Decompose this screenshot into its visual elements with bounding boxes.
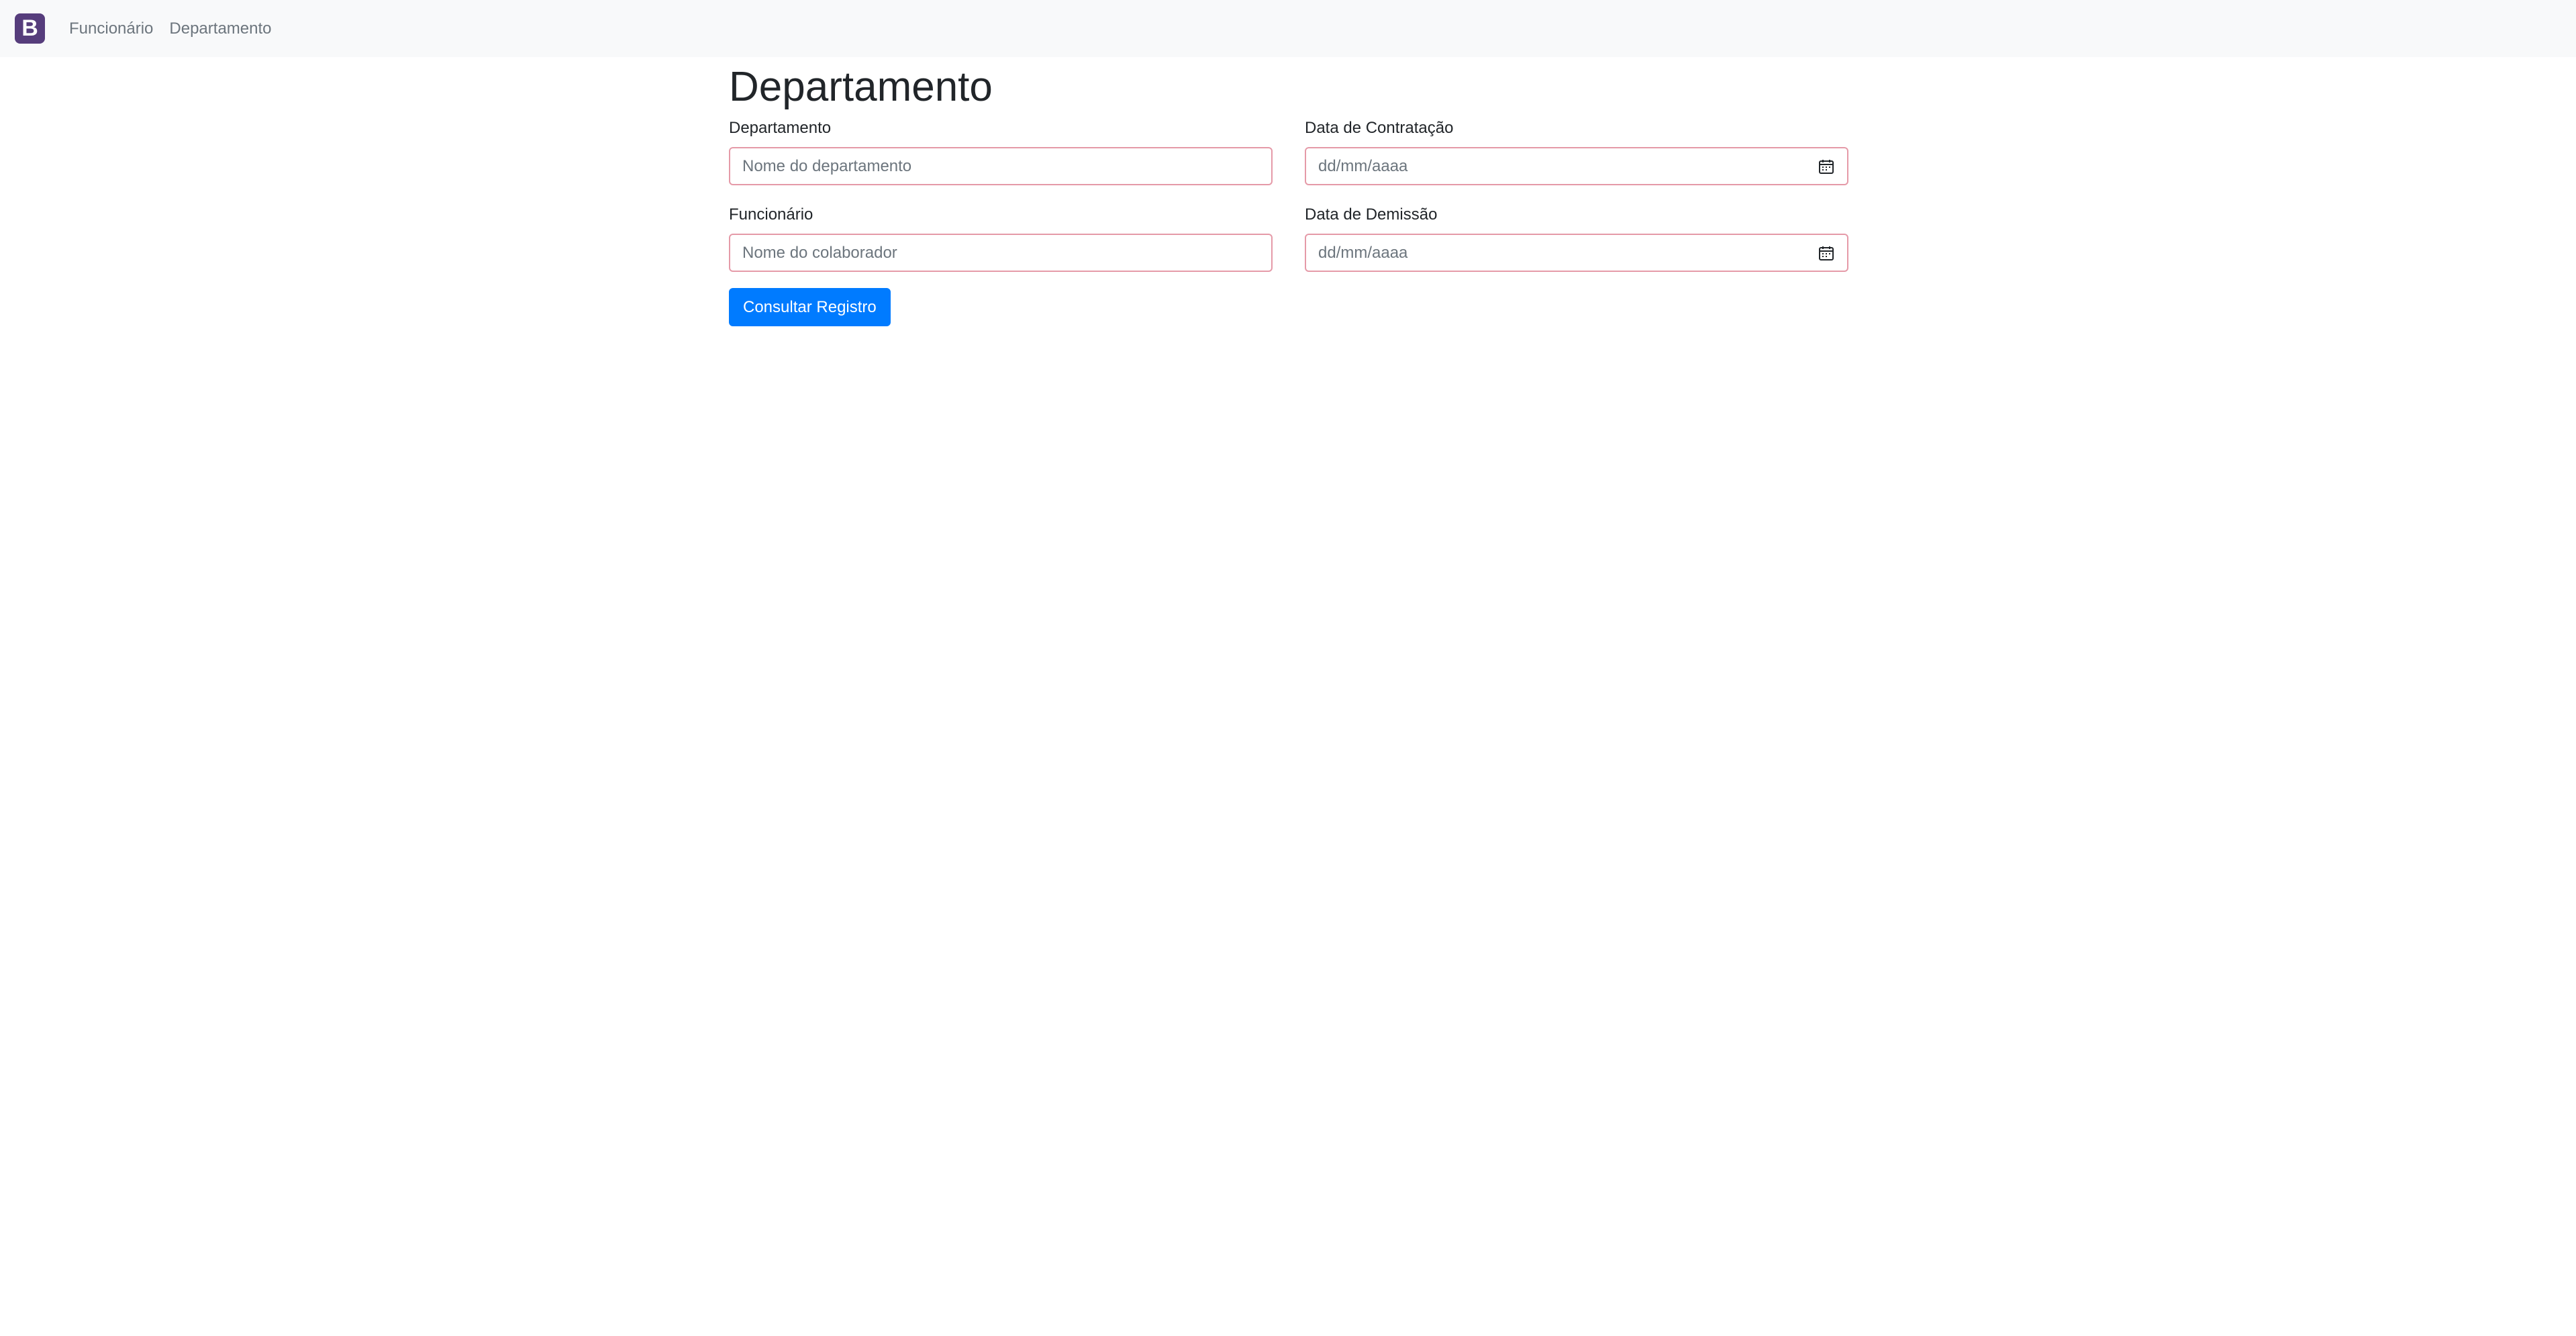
form-row-1: Departamento Data de Contratação dd/mm/a… xyxy=(729,112,1848,199)
data-contratacao-group: Data de Contratação dd/mm/aaaa xyxy=(1305,112,1848,186)
page-title: Departamento xyxy=(729,64,993,110)
departamento-label: Departamento xyxy=(729,119,832,138)
data-contratacao-label: Data de Contratação xyxy=(1305,119,1454,138)
data-contratacao-input[interactable]: dd/mm/aaaa xyxy=(1305,147,1848,186)
data-demissao-group: Data de Demissão dd/mm/aaaa xyxy=(1305,199,1848,273)
calendar-icon[interactable] xyxy=(1818,158,1835,175)
funcionario-group: Funcionário xyxy=(729,199,1273,273)
departamento-input[interactable] xyxy=(729,147,1273,186)
calendar-icon[interactable] xyxy=(1818,244,1835,262)
consultar-registro-button[interactable]: Consultar Registro xyxy=(729,288,891,327)
data-demissao-input[interactable]: dd/mm/aaaa xyxy=(1305,234,1848,273)
bootstrap-logo-icon[interactable]: B xyxy=(15,13,45,44)
data-demissao-placeholder: dd/mm/aaaa xyxy=(1318,243,1408,262)
nav-link-departamento[interactable]: Departamento xyxy=(169,19,271,38)
funcionario-input[interactable] xyxy=(729,234,1273,273)
data-contratacao-placeholder: dd/mm/aaaa xyxy=(1318,156,1408,175)
departamento-group: Departamento xyxy=(729,112,1273,186)
nav-link-funcionario[interactable]: Funcionário xyxy=(69,19,153,38)
navbar: B Funcionário Departamento xyxy=(0,0,2576,57)
data-demissao-label: Data de Demissão xyxy=(1305,205,1438,224)
search-form: Departamento Data de Contratação dd/mm/a… xyxy=(729,112,1848,327)
form-row-2: Funcionário Data de Demissão dd/mm/aaaa xyxy=(729,199,1848,285)
funcionario-label: Funcionário xyxy=(729,205,813,224)
main-content: Departamento Departamento Data de Contra… xyxy=(729,57,1848,327)
